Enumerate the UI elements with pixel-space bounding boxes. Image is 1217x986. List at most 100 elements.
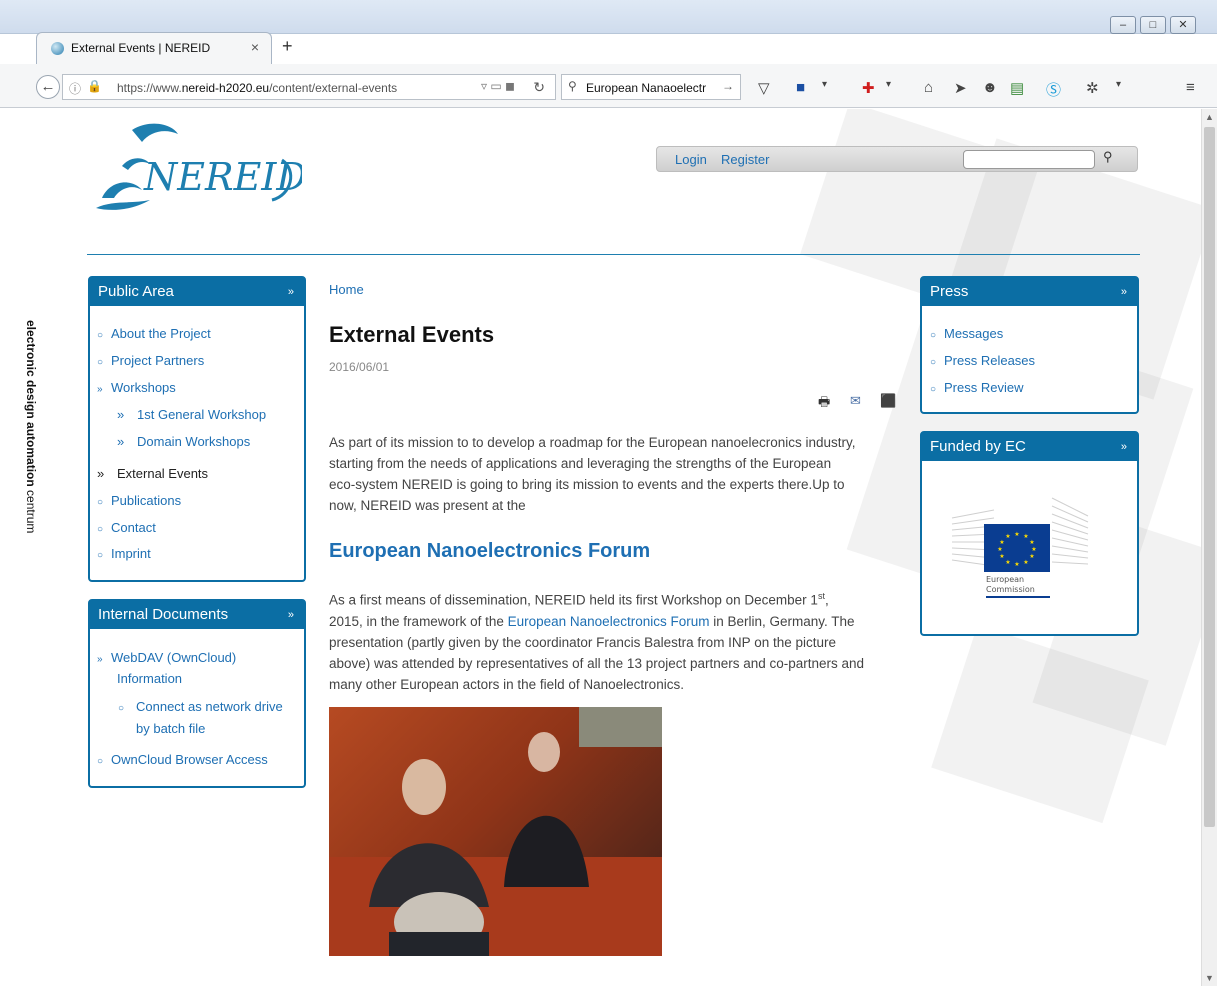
site-favicon-icon — [51, 42, 64, 55]
window-titlebar: – □ ✕ — [0, 0, 1217, 34]
new-tab-button[interactable]: + — [282, 36, 293, 57]
table-icon[interactable]: ▤ — [1010, 79, 1024, 97]
nav-press-releases[interactable]: ○ Press Releases — [930, 353, 1035, 368]
send-icon[interactable]: ➤ — [954, 79, 967, 97]
forum-paragraph: As a first means of dissemination, NEREI… — [329, 591, 865, 692]
home-icon[interactable]: ⌂ — [924, 79, 933, 96]
speaker-photo-image — [329, 707, 662, 956]
svg-text:★: ★ — [1023, 533, 1028, 540]
eda-centrum-label[interactable]: electronic design automation centrum — [24, 320, 38, 533]
nav-domain-workshops[interactable]: » Domain Workshops — [117, 434, 250, 449]
event-photo — [329, 707, 662, 956]
scroll-down-icon[interactable]: ▼ — [1205, 973, 1214, 983]
nav-press-review[interactable]: ○ Press Review — [930, 380, 1023, 395]
press-header[interactable]: Press» — [922, 278, 1137, 306]
nav-publications[interactable]: ○ Publications — [97, 493, 181, 508]
print-icon[interactable]: 🖶 — [818, 393, 830, 415]
svg-text:★: ★ — [1023, 559, 1028, 566]
nav-imprint[interactable]: ○ Imprint — [97, 546, 151, 561]
publish-date: 2016/06/01 — [329, 360, 390, 374]
save-icon[interactable]: ■ — [796, 79, 805, 96]
scroll-thumb[interactable] — [1204, 127, 1215, 827]
svg-text:★: ★ — [1005, 533, 1010, 540]
nav-connect-network-drive[interactable]: ○ Connect as network drive — [118, 699, 283, 714]
svg-text:★: ★ — [997, 546, 1002, 553]
dolphin-logo-icon: NEREID — [96, 123, 307, 210]
svg-text:★: ★ — [1014, 531, 1019, 538]
search-bar[interactable]: ⚲ European Nanaoelectr → — [561, 74, 741, 100]
skype-icon[interactable]: Ⓢ — [1046, 79, 1061, 100]
register-link[interactable]: Register — [721, 152, 769, 167]
email-icon[interactable]: ✉ — [850, 393, 861, 409]
browser-tab[interactable]: External Events | NEREID × — [36, 32, 272, 64]
info-icon[interactable]: ⓘ — [69, 80, 81, 97]
collapse-icon[interactable]: » — [1121, 433, 1127, 461]
extension-icon[interactable]: ✲ — [1086, 79, 1099, 97]
nav-workshops[interactable]: » Workshops — [97, 380, 176, 395]
minimize-button[interactable]: – — [1110, 16, 1136, 34]
tab-close-icon[interactable]: × — [251, 39, 259, 55]
pocket-icon[interactable]: ▽ — [758, 79, 770, 97]
nav-batch-file[interactable]: by batch file — [136, 721, 205, 736]
user-bar: Login Register ⚲ — [656, 146, 1138, 172]
search-go-icon[interactable]: → — [722, 79, 734, 93]
close-window-button[interactable]: ✕ — [1170, 16, 1196, 34]
nav-project-partners[interactable]: ○ Project Partners — [97, 353, 204, 368]
search-icon: ⚲ — [568, 79, 577, 93]
pdf-icon[interactable]: ⬛ — [880, 393, 896, 409]
nav-messages[interactable]: ○ Messages — [930, 326, 1003, 341]
addon-icon[interactable]: ✚ — [862, 79, 875, 97]
funded-by-ec-header[interactable]: Funded by EC» — [922, 433, 1137, 461]
svg-text:★: ★ — [999, 539, 1004, 546]
svg-text:Commission: Commission — [986, 585, 1035, 594]
maximize-button[interactable]: □ — [1140, 16, 1166, 34]
public-area-box: Public Area» — [88, 276, 306, 582]
european-commission-logo[interactable]: ★ ★ ★ ★ ★ ★ ★ ★ ★ ★ ★ ★ European Commission — [948, 488, 1108, 603]
internal-documents-header[interactable]: Internal Documents» — [90, 601, 304, 629]
lock-icon[interactable]: 🔒 — [87, 79, 102, 93]
dropdown-icon[interactable]: ▾ — [822, 79, 827, 90]
svg-text:European: European — [986, 575, 1024, 584]
nav-about-project[interactable]: ○ About the Project — [97, 326, 211, 341]
header-divider — [87, 254, 1140, 255]
svg-text:★: ★ — [1005, 559, 1010, 566]
ec-logo-icon: ★ ★★ ★★★ ★★★ ★★★ European Commission — [951, 497, 1089, 598]
nav-webdav-information[interactable]: Information — [117, 671, 182, 686]
page-title: External Events — [329, 322, 495, 347]
section-heading: European Nanoelectronics Forum — [329, 540, 651, 562]
chat-icon[interactable]: ☻ — [982, 79, 998, 96]
nav-contact[interactable]: ○ Contact — [97, 520, 156, 535]
address-bar[interactable]: ⓘ 🔒 https://www.nereid-h2020.eu/content/… — [62, 74, 556, 100]
login-link[interactable]: Login — [675, 152, 707, 167]
back-button[interactable]: ← — [36, 75, 60, 99]
svg-text:★: ★ — [1031, 546, 1036, 553]
reader-view-icon[interactable]: ▿ ▭ ◼ — [481, 79, 515, 93]
url-text[interactable]: https://www.nereid-h2020.eu/content/exte… — [117, 81, 397, 95]
svg-text:NEREID: NEREID — [143, 155, 302, 199]
breadcrumb-home[interactable]: Home — [329, 282, 364, 297]
navigation-toolbar: ← ⓘ 🔒 https://www.nereid-h2020.eu/conten… — [0, 64, 1217, 108]
dropdown-icon[interactable]: ▾ — [886, 79, 891, 90]
nav-1st-general-workshop[interactable]: » 1st General Workshop — [117, 407, 266, 422]
search-button-icon[interactable]: ⚲ — [1103, 149, 1113, 165]
nav-owncloud-browser[interactable]: ○ OwnCloud Browser Access — [97, 752, 268, 767]
intro-paragraph: As part of its mission to to develop a r… — [329, 435, 856, 513]
svg-text:★: ★ — [1029, 539, 1034, 546]
svg-text:★: ★ — [1029, 553, 1034, 560]
site-search-input[interactable] — [963, 150, 1095, 169]
nereid-logo[interactable]: NEREID — [92, 120, 307, 212]
nav-external-events[interactable]: » External Events — [97, 466, 208, 481]
forum-link[interactable]: European Nanoelectronics Forum — [508, 614, 710, 629]
collapse-icon[interactable]: » — [288, 278, 294, 306]
dropdown-icon[interactable]: ▾ — [1116, 79, 1121, 90]
tab-title: External Events | NEREID — [71, 41, 211, 55]
menu-icon[interactable]: ≡ — [1186, 79, 1195, 96]
collapse-icon[interactable]: » — [1121, 278, 1127, 306]
collapse-icon[interactable]: » — [288, 601, 294, 629]
scroll-up-icon[interactable]: ▲ — [1205, 112, 1214, 122]
page-scrollbar[interactable]: ▲ ▼ — [1201, 109, 1217, 986]
reload-icon[interactable]: ↻ — [533, 79, 545, 96]
public-area-header[interactable]: Public Area» — [90, 278, 304, 306]
nav-webdav[interactable]: » WebDAV (OwnCloud) — [97, 650, 236, 665]
svg-text:★: ★ — [1014, 561, 1019, 568]
